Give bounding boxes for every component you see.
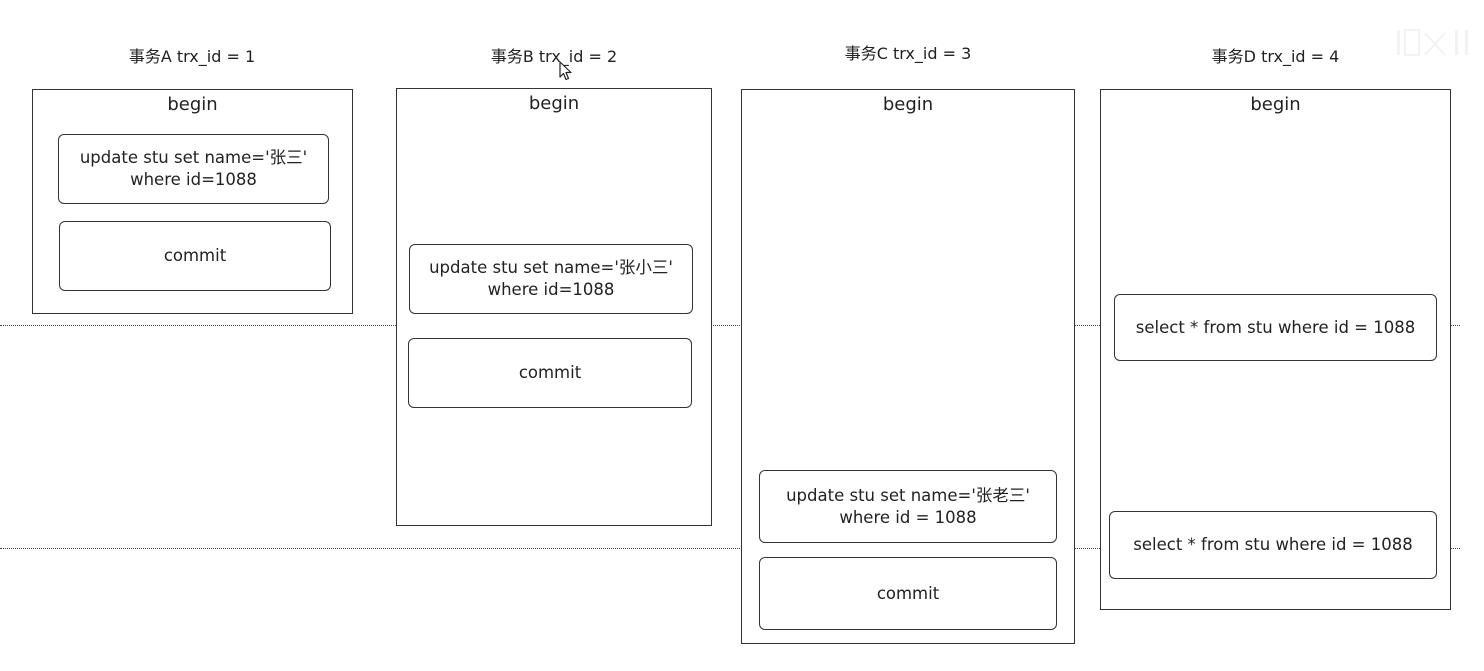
transaction-a-begin: begin — [167, 94, 218, 115]
transaction-b-update-text: update stu set name='张小三' where id=1088 — [429, 258, 673, 299]
transaction-d-select-2-text: select * from stu where id = 1088 — [1133, 535, 1413, 554]
transaction-b-begin: begin — [528, 93, 580, 114]
transaction-d-select-1: select * from stu where id = 1088 — [1114, 294, 1437, 361]
transaction-b-title: 事务B trx_id = 2 — [490, 47, 618, 66]
transaction-c-title: 事务C trx_id = 3 — [844, 44, 972, 63]
transaction-a-update: update stu set name='张三' where id=1088 — [58, 134, 329, 204]
mouse-cursor-icon — [559, 61, 572, 81]
watermark-icon — [1397, 29, 1468, 56]
transaction-d-begin: begin — [1250, 94, 1301, 115]
transaction-c-update-text: update stu set name='张老三' where id = 108… — [786, 485, 1030, 527]
transaction-c-update: update stu set name='张老三' where id = 108… — [759, 470, 1057, 543]
transaction-c-box: begin update stu set name='张老三' where id… — [741, 89, 1075, 644]
transaction-b-commit-text: commit — [518, 363, 582, 382]
transaction-d-box: begin select * from stu where id = 1088 … — [1100, 89, 1451, 610]
transaction-a-commit: commit — [59, 221, 331, 291]
transaction-a-update-text: update stu set name='张三' where id=1088 — [79, 148, 308, 189]
transaction-d-select-2: select * from stu where id = 1088 — [1109, 511, 1437, 579]
transaction-d-select-1-text: select * from stu where id = 1088 — [1135, 317, 1416, 337]
transaction-b-commit: commit — [408, 338, 692, 408]
transaction-c-commit: commit — [759, 557, 1057, 630]
transaction-b-update: update stu set name='张小三' where id=1088 — [409, 244, 693, 314]
transaction-c-commit-text: commit — [876, 583, 940, 603]
transaction-c-begin: begin — [882, 94, 934, 115]
transaction-a-commit-text: commit — [163, 246, 227, 265]
transaction-b-box: begin update stu set name='张小三' where id… — [396, 88, 712, 526]
transaction-a-box: begin update stu set name='张三' where id=… — [32, 89, 353, 314]
transaction-a-title: 事务A trx_id = 1 — [128, 47, 256, 66]
